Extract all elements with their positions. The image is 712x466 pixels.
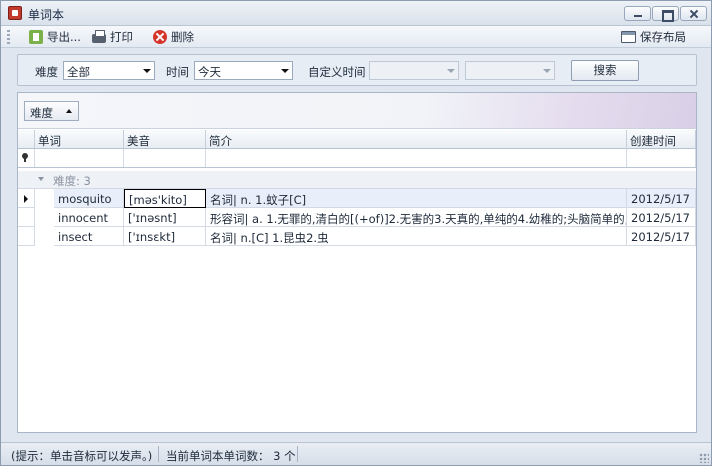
print-label: 打印 [110,30,133,44]
status-bar: (提示：单击音标可以发声。) 当前单词本单词数： 3 个 [1,442,711,465]
column-header-created[interactable]: 创建时间 [627,130,696,149]
row-indicator [18,227,35,246]
group-chip-label: 难度 [30,106,53,120]
table-row[interactable]: mosquito [məs'kito] 名词| n. 1.蚊子[C] 2012/… [18,189,696,208]
column-header-word[interactable]: 单词 [35,130,124,149]
custom-time-label: 自定义时间 [308,65,366,79]
status-separator [158,446,159,462]
custom-end-date[interactable] [465,61,555,80]
cell-phonetic[interactable]: [məs'kito] [124,189,206,208]
chevron-down-icon [447,69,455,73]
status-word-count: 当前单词本单词数： 3 个 [166,449,296,463]
chevron-down-icon [543,69,551,73]
status-separator [297,446,298,462]
minimize-button[interactable] [624,6,651,21]
chevron-down-icon [143,69,151,73]
group-row-label: 难度: 3 [53,174,91,188]
difficulty-value: 全部 [67,65,90,79]
vocabulary-window: 单词本 导出... 打印 删除 保存布局 难度 全部 时间 今天 自定义时间 搜… [0,0,712,466]
row-indicator [18,208,35,227]
app-icon [8,6,22,20]
cell-word[interactable]: insect [54,227,124,246]
row-indicator-arrow-icon [18,189,35,208]
custom-start-date[interactable] [369,61,459,80]
delete-button[interactable]: 删除 [153,29,194,45]
cell-brief[interactable]: 名词| n.[C] 1.昆虫2.虫 [206,227,627,246]
print-button[interactable]: 打印 [92,29,133,45]
delete-icon [153,30,167,44]
save-layout-label: 保存布局 [640,30,686,44]
group-row[interactable]: 难度: 3 [18,171,696,189]
filter-cell-phonetic[interactable] [124,149,206,167]
export-button[interactable]: 导出... [29,29,81,45]
time-label: 时间 [166,65,189,79]
export-icon [29,30,43,44]
maximize-button[interactable] [652,6,679,22]
sort-ascending-icon [66,109,72,113]
printer-icon [92,30,106,43]
cell-created[interactable]: 2012/5/17 [627,227,696,246]
time-value: 今天 [198,65,221,79]
cell-brief[interactable]: 形容词| a. 1.无罪的,清白的[(+of)]2.无害的3.天真的,单纯的4.… [206,208,627,227]
filter-cell-brief[interactable] [206,149,627,167]
cell-phonetic[interactable]: ['ɪnsɛkt] [124,227,206,246]
close-button[interactable] [680,6,707,21]
cell-phonetic[interactable]: ['ɪnəsnt] [124,208,206,227]
table-row[interactable]: insect ['ɪnsɛkt] 名词| n.[C] 1.昆虫2.虫 2012/… [18,227,696,246]
time-select[interactable]: 今天 [194,61,293,80]
group-chip-difficulty[interactable]: 难度 [24,101,79,121]
delete-label: 删除 [171,30,194,44]
filter-row-indicator [18,149,35,167]
filter-cell-word[interactable] [35,149,124,167]
difficulty-select[interactable]: 全部 [63,61,155,80]
cell-created[interactable]: 2012/5/17 [627,189,696,208]
filter-cell-created[interactable] [627,149,696,167]
table-row[interactable]: innocent ['ɪnəsnt] 形容词| a. 1.无罪的,清白的[(+o… [18,208,696,227]
column-header-phonetic[interactable]: 美音 [124,130,206,149]
resize-grip-icon[interactable] [699,453,709,463]
auto-filter-row [18,149,696,168]
filter-panel: 难度 全部 时间 今天 自定义时间 搜索 [17,54,697,86]
chevron-down-icon [281,69,289,73]
difficulty-label: 难度 [35,65,58,79]
pin-icon [22,153,28,162]
cell-word[interactable]: mosquito [54,189,124,208]
status-hint: (提示：单击音标可以发声。) [11,449,153,463]
export-label: 导出... [47,30,81,44]
cell-brief[interactable]: 名词| n. 1.蚊子[C] [206,189,627,208]
cell-word[interactable]: innocent [54,208,124,227]
window-title: 单词本 [28,8,65,22]
cell-created[interactable]: 2012/5/17 [627,208,696,227]
save-layout-button[interactable]: 保存布局 [621,29,686,45]
column-header-brief[interactable]: 简介 [206,130,627,149]
header-indicator [18,130,35,149]
collapse-icon[interactable] [38,177,44,181]
word-grid: 难度 单词 美音 简介 创建时间 难度: 3 mosquito [məs'kit… [17,92,697,433]
toolbar-grip-icon[interactable] [7,30,10,44]
search-button[interactable]: 搜索 [571,60,639,81]
title-bar: 单词本 [1,1,711,26]
toolbar: 导出... 打印 删除 保存布局 [1,26,711,48]
save-layout-icon [621,31,636,43]
group-by-panel: 难度 [18,93,696,129]
